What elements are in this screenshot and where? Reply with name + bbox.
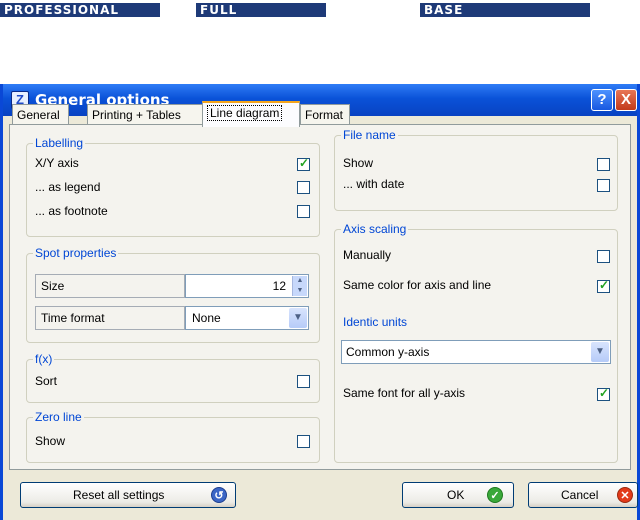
cancel-label: Cancel <box>561 488 599 502</box>
manually-label: Manually <box>343 248 392 262</box>
labelling-title: Labelling <box>33 136 86 150</box>
reset-all-settings-button[interactable]: Reset all settings ↺ <box>20 482 236 508</box>
with-date-label: ... with date <box>343 177 405 191</box>
spot-properties-title: Spot properties <box>33 246 119 260</box>
check-icon: ✓ <box>487 487 503 503</box>
edition-full: FULL <box>196 3 326 17</box>
common-axis-select[interactable]: Common y-axis ▼ <box>341 340 611 364</box>
chevron-down-icon[interactable]: ▼ <box>591 342 609 362</box>
identic-units-label: Identic units <box>343 315 408 329</box>
tab-printing-tables[interactable]: Printing + Tables <box>87 104 203 126</box>
file-name-show-checkbox[interactable] <box>597 158 610 171</box>
sort-label: Sort <box>35 374 58 388</box>
edition-base: BASE <box>420 3 590 17</box>
time-format-label: Time format <box>35 306 185 330</box>
file-name-title: File name <box>341 128 398 142</box>
cancel-x-icon: ✕ <box>617 487 633 503</box>
file-name-group: File name Show ... with date <box>334 128 618 211</box>
line-diagram-panel: Labelling X/Y axis ... as legend ... as … <box>9 124 631 470</box>
manually-checkbox[interactable] <box>597 250 610 263</box>
labelling-group: Labelling X/Y axis ... as legend ... as … <box>26 136 320 237</box>
file-name-show-label: Show <box>343 156 374 170</box>
xy-axis-checkbox[interactable] <box>297 156 310 171</box>
help-button[interactable]: ? <box>591 89 613 111</box>
sort-checkbox[interactable] <box>297 375 310 388</box>
same-font-label: Same font for all y-axis <box>343 386 466 400</box>
tab-line-diagram[interactable]: Line diagram <box>202 101 300 127</box>
same-color-checkbox[interactable] <box>597 278 610 293</box>
spot-properties-group: Spot properties Size 12 ▲ ▼ Time format N… <box>26 246 320 343</box>
spin-arrows-icon[interactable]: ▲ ▼ <box>292 276 307 296</box>
edition-banner: PROFESSIONAL FULL BASE <box>0 0 640 22</box>
as-legend-checkbox[interactable] <box>297 181 310 194</box>
same-color-label: Same color for axis and line <box>343 278 492 292</box>
same-font-checkbox[interactable] <box>597 386 610 401</box>
as-footnote-label: ... as footnote <box>35 204 108 218</box>
time-format-value: None <box>192 311 221 325</box>
fx-title: f(x) <box>33 352 55 366</box>
common-axis-value: Common y-axis <box>346 345 430 359</box>
size-value: 12 <box>272 279 286 293</box>
zero-line-show-checkbox[interactable] <box>297 435 310 448</box>
axis-scaling-title: Axis scaling <box>341 222 409 236</box>
ok-button[interactable]: OK ✓ <box>402 482 514 508</box>
tab-line-diagram-label: Line diagram <box>207 105 283 121</box>
cancel-button[interactable]: Cancel ✕ <box>528 482 638 508</box>
ok-label: OK <box>447 488 465 502</box>
zero-line-group: Zero line Show <box>26 410 320 463</box>
tab-general[interactable]: General <box>12 104 69 126</box>
reset-label: Reset all settings <box>73 488 165 502</box>
as-legend-label: ... as legend <box>35 180 101 194</box>
size-label: Size <box>35 274 185 298</box>
time-format-select[interactable]: None ▼ <box>185 306 309 330</box>
zero-line-title: Zero line <box>33 410 84 424</box>
chevron-down-icon[interactable]: ▼ <box>289 308 307 328</box>
size-spinner[interactable]: 12 ▲ ▼ <box>185 274 309 298</box>
fx-group: f(x) Sort <box>26 352 320 403</box>
edition-professional: PROFESSIONAL <box>0 3 160 17</box>
zero-line-show-label: Show <box>35 434 66 448</box>
tab-format[interactable]: Format <box>300 104 350 126</box>
reset-icon: ↺ <box>211 487 227 503</box>
close-button[interactable]: X <box>615 89 637 111</box>
xy-axis-label: X/Y axis <box>35 156 79 170</box>
as-footnote-checkbox[interactable] <box>297 205 310 218</box>
with-date-checkbox[interactable] <box>597 179 610 192</box>
axis-scaling-group: Axis scaling Manually Same color for axi… <box>334 222 618 463</box>
